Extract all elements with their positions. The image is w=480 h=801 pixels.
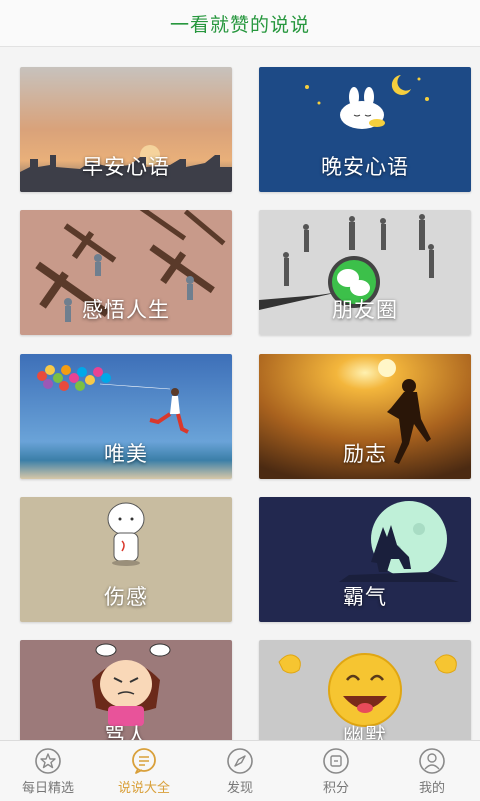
tab-label: 我的 [418,781,445,796]
category-card-humor[interactable]: 幽默 [259,640,471,740]
tab-daily-picks[interactable]: 每日精选 [0,741,96,801]
card-label: 感悟人生 [82,298,170,322]
card-label: 幽默 [343,724,387,740]
tab-discover[interactable]: 发现 [192,741,288,801]
page-title: 一看就赞的说说 [169,13,310,36]
compass-icon [227,748,253,774]
bottom-tab-bar: 每日精选 说说大全 发现 积分 我的 [0,740,480,801]
card-label: 唯美 [104,442,148,466]
category-card-inspirational[interactable]: 励志 [259,354,471,479]
tab-label: 说说大全 [117,781,170,796]
category-card-moments[interactable]: 朋友圈 [259,210,471,335]
app-header: 一看就赞的说说 [0,0,480,47]
category-card-domineering[interactable]: 霸气 [259,497,471,622]
card-label: 朋友圈 [332,298,398,322]
tab-all-posts[interactable]: 说说大全 [96,741,192,801]
chat-bubble-icon [132,748,156,774]
points-icon [323,748,349,774]
tab-label: 发现 [226,781,253,796]
card-label: 骂人 [104,724,148,740]
card-label: 早安心语 [82,155,170,179]
category-card-beautiful[interactable]: 唯美 [20,354,232,479]
tab-label: 积分 [322,781,349,796]
tab-points[interactable]: 积分 [288,741,384,801]
card-label: 晚安心语 [321,155,409,179]
tab-profile[interactable]: 我的 [384,741,480,801]
card-label: 霸气 [343,585,387,609]
category-card-cursing[interactable]: 骂人 [20,640,232,740]
star-icon [35,748,61,774]
card-label: 励志 [343,442,387,466]
person-icon [419,748,445,774]
card-label: 伤感 [104,585,148,609]
category-card-goodnight[interactable]: 晚安心语 [259,67,471,192]
category-grid: 早安心语 晚安心语 感悟人生 朋友圈 唯美 励志 伤感 霸气 骂人 幽默 [0,47,480,740]
category-card-sad[interactable]: 伤感 [20,497,232,622]
category-card-life[interactable]: 感悟人生 [20,210,232,335]
tab-label: 每日精选 [21,781,74,796]
category-card-morning[interactable]: 早安心语 [20,67,232,192]
